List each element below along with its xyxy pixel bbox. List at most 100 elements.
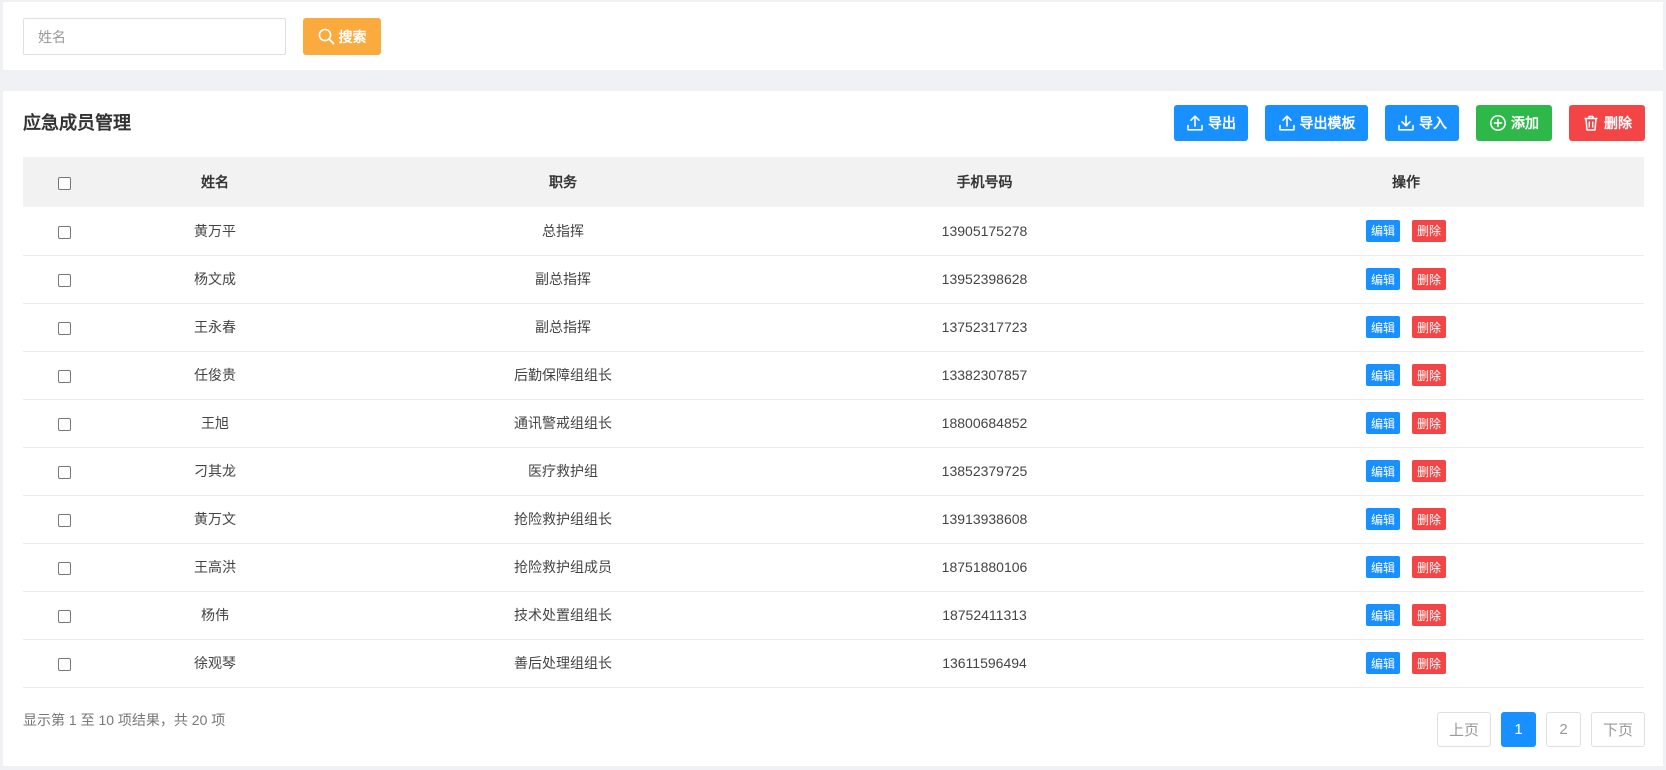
import-button-label: 导入: [1419, 115, 1447, 131]
search-button-label: 搜索: [338, 28, 367, 45]
header-select-all[interactable]: [23, 157, 105, 207]
member-name: 杨伟: [201, 607, 229, 623]
toolbar: 导出 导出模板 导入 添加 删除: [1174, 105, 1645, 141]
row-select-cell: [23, 543, 105, 591]
member-phone: 13382307857: [941, 367, 1028, 383]
member-phone: 18751880106: [941, 559, 1028, 575]
row-actions: 编辑 删除: [1168, 207, 1644, 255]
table-row: 王永春 副总指挥 13752317723 编辑 删除: [23, 303, 1644, 351]
member-title: 总指挥: [542, 222, 584, 239]
member-phone: 18752411313: [942, 607, 1027, 623]
page-button-1[interactable]: 1: [1500, 712, 1536, 747]
table-row: 黄万平 总指挥 13905175278 编辑 删除: [23, 207, 1644, 255]
export-button[interactable]: 导出: [1174, 105, 1248, 141]
prev-page-button[interactable]: 上页: [1436, 712, 1491, 747]
edit-button[interactable]: 编辑: [1365, 364, 1400, 386]
member-phone: 13913938608: [941, 511, 1028, 527]
member-title: 抢险救护组组长: [514, 511, 612, 527]
row-actions: 编辑 删除: [1168, 543, 1644, 591]
trash-icon: [1582, 114, 1600, 132]
batch-delete-button[interactable]: 删除: [1569, 105, 1645, 141]
row-checkbox[interactable]: [57, 609, 71, 623]
members-panel: 应急成员管理 导出 导出模板 导入 添加 删除 姓名 职务 手机号码 操作 黄万…: [3, 91, 1663, 766]
member-name: 王高洪: [194, 559, 236, 575]
header-name: 姓名: [201, 174, 229, 190]
delete-button[interactable]: 删除: [1412, 268, 1447, 290]
row-checkbox[interactable]: [57, 657, 71, 671]
row-checkbox[interactable]: [57, 321, 71, 335]
delete-button[interactable]: 删除: [1412, 219, 1447, 242]
row-actions: 编辑 删除: [1168, 255, 1644, 303]
batch-delete-button-label: 删除: [1604, 115, 1632, 131]
member-name: 刁其龙: [194, 463, 236, 479]
header-phone: 手机号码: [956, 174, 1013, 190]
add-button[interactable]: 添加: [1476, 105, 1552, 141]
search-panel: 搜索: [3, 2, 1663, 70]
edit-button[interactable]: 编辑: [1365, 556, 1400, 578]
import-button[interactable]: 导入: [1385, 105, 1459, 141]
upload-icon: [1278, 114, 1296, 132]
member-name: 王旭: [201, 415, 229, 431]
page-button-2[interactable]: 2: [1545, 712, 1581, 747]
next-page-button[interactable]: 下页: [1590, 712, 1645, 747]
edit-button[interactable]: 编辑: [1365, 268, 1400, 290]
row-select-cell: [23, 639, 105, 687]
search-button[interactable]: 搜索: [303, 18, 381, 55]
row-select-cell: [23, 447, 105, 495]
delete-button[interactable]: 删除: [1412, 604, 1447, 626]
export-template-button[interactable]: 导出模板: [1265, 105, 1368, 141]
row-checkbox[interactable]: [57, 561, 71, 575]
edit-button[interactable]: 编辑: [1365, 460, 1400, 482]
edit-button[interactable]: 编辑: [1365, 316, 1400, 338]
member-phone: 13611596494: [942, 655, 1027, 671]
row-select-cell: [23, 495, 105, 543]
table-row: 刁其龙 医疗救护组 13852379725 编辑 删除: [23, 447, 1644, 495]
delete-button[interactable]: 删除: [1412, 508, 1447, 530]
table-row: 王旭 通讯警戒组组长 18800684852 编辑 删除: [23, 399, 1644, 447]
member-phone: 13852379725: [941, 463, 1028, 479]
member-name: 杨文成: [194, 271, 236, 287]
edit-button[interactable]: 编辑: [1365, 604, 1400, 626]
edit-button[interactable]: 编辑: [1365, 508, 1400, 530]
table-body: 黄万平 总指挥 13905175278 编辑 删除 杨文成 副总指挥 13952398628 编…: [23, 207, 1644, 687]
table-row: 任俊贵 后勤保障组组长 13382307857 编辑 删除: [23, 351, 1644, 399]
edit-button[interactable]: 编辑: [1365, 412, 1400, 434]
search-icon: [318, 28, 335, 45]
edit-button[interactable]: 编辑: [1365, 219, 1400, 242]
delete-button[interactable]: 删除: [1412, 460, 1447, 482]
header-actions: 操作: [1392, 174, 1420, 190]
delete-button[interactable]: 删除: [1412, 364, 1447, 386]
table-row: 杨伟 技术处置组组长 18752411313 编辑 删除: [23, 591, 1644, 639]
delete-button[interactable]: 删除: [1412, 316, 1447, 338]
search-name-input[interactable]: [23, 18, 286, 55]
table-row: 杨文成 副总指挥 13952398628 编辑 删除: [23, 255, 1644, 303]
edit-button[interactable]: 编辑: [1365, 652, 1400, 674]
page-title: 应急成员管理: [23, 113, 131, 133]
delete-button[interactable]: 删除: [1412, 556, 1447, 578]
row-checkbox[interactable]: [57, 225, 71, 239]
members-table: 姓名 职务 手机号码 操作 黄万平 总指挥 13905175278 编辑 删除 杨文成 副总…: [23, 157, 1644, 688]
member-title: 抢险救护组成员: [514, 559, 612, 575]
row-checkbox[interactable]: [57, 417, 71, 431]
header-title: 职务: [549, 174, 577, 190]
member-title: 医疗救护组: [528, 463, 598, 479]
row-checkbox[interactable]: [57, 513, 71, 527]
row-checkbox[interactable]: [57, 369, 71, 383]
member-phone: 13752317723: [941, 319, 1028, 335]
row-select-cell: [23, 255, 105, 303]
row-actions: 编辑 删除: [1168, 639, 1644, 687]
download-icon: [1397, 114, 1415, 132]
member-name: 黄万平: [194, 222, 236, 239]
row-select-cell: [23, 399, 105, 447]
delete-button[interactable]: 删除: [1412, 652, 1447, 674]
row-checkbox[interactable]: [57, 465, 71, 479]
delete-button[interactable]: 删除: [1412, 412, 1447, 434]
plus-circle-icon: [1489, 114, 1507, 132]
row-actions: 编辑 删除: [1168, 303, 1644, 351]
row-checkbox[interactable]: [57, 273, 71, 287]
member-name: 黄万文: [194, 511, 236, 527]
select-all-checkbox[interactable]: [57, 176, 71, 190]
member-title: 后勤保障组组长: [514, 367, 612, 383]
member-title: 技术处置组组长: [514, 607, 612, 623]
member-title: 副总指挥: [535, 271, 591, 287]
